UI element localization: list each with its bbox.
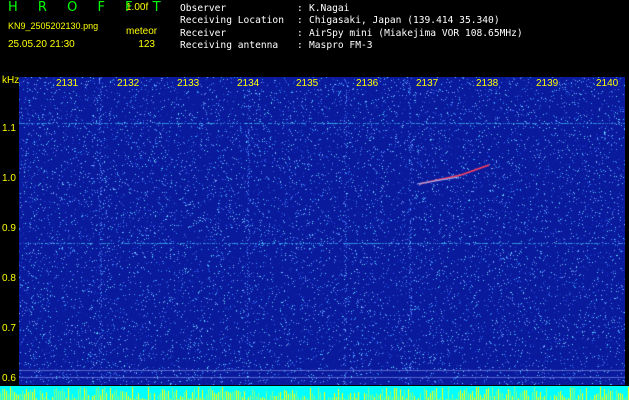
x-tick-label: 2137: [415, 78, 440, 89]
signal-level-bar: [0, 386, 629, 400]
info-value: Maspro FM-3: [309, 39, 373, 51]
y-tick-label: 0.9: [2, 223, 16, 234]
info-row-antenna: Receiving antenna: Maspro FM-3: [180, 39, 373, 51]
mode-label: meteor: [126, 26, 158, 37]
info-row-location: Receiving Location: Chigasaki, Japan (139…: [180, 15, 500, 27]
info-row-receiver: Receiver: AirSpy mini (Miakejima VOR 108.…: [180, 27, 523, 39]
filename-label: KN9_2505202130.png: [8, 21, 99, 31]
info-value: AirSpy mini (Miakejima VOR 108.65MHz): [309, 27, 523, 39]
x-tick-label: 2139: [535, 78, 560, 89]
x-tick-label: 2134: [236, 78, 261, 89]
version-label: 1.00f: [126, 2, 149, 13]
info-key: Receiving antenna: [180, 39, 279, 51]
info-value: K.Nagai: [309, 3, 350, 14]
y-tick-label: 1.0: [2, 173, 16, 184]
x-tick-label: 2138: [475, 78, 500, 89]
header-panel: H R O F F T 1.00f KN9_2505202130.png met…: [0, 0, 629, 75]
x-tick-label: 2133: [176, 78, 201, 89]
y-tick-label: 0.8: [2, 273, 16, 284]
x-tick-label: 2136: [355, 78, 380, 89]
datetime-label: 25.05.20 21:30: [8, 39, 75, 50]
y-axis: kHz 1.1 1.0 0.9 0.8 0.7 0.6: [0, 75, 19, 400]
y-tick-label: 0.7: [2, 323, 16, 334]
info-value: Chigasaki, Japan (139.414 35.340): [309, 15, 500, 27]
x-tick-label: 2132: [116, 78, 141, 89]
x-tick-label: 2140: [595, 78, 620, 89]
info-key: Receiving Location: [180, 15, 284, 27]
info-key: Receiver: [180, 27, 227, 39]
info-row-observer: Observer: K.Nagai: [180, 3, 350, 14]
y-tick-label: 1.1: [2, 123, 16, 134]
x-tick-label: 2135: [295, 78, 320, 89]
spectrogram-canvas: [19, 77, 625, 385]
y-tick-label: 0.6: [2, 373, 16, 384]
station-info: Observer: K.Nagai Receiving Location: Chig…: [180, 3, 523, 52]
info-key: Observer: [180, 3, 227, 14]
y-axis-unit: kHz: [2, 75, 20, 86]
count-label: 123: [138, 39, 155, 50]
x-tick-label: 2131: [55, 78, 80, 89]
